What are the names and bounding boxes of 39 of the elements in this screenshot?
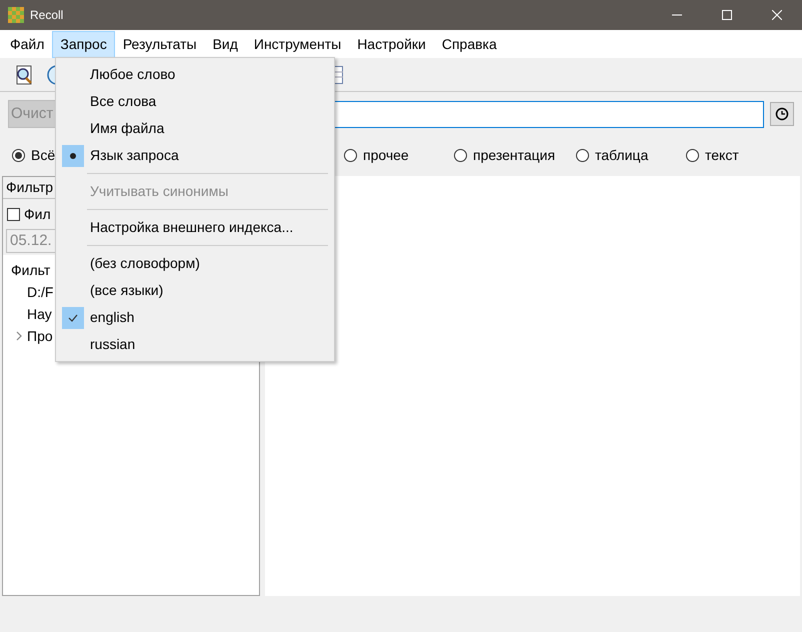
menu-item[interactable]: Файл (2, 30, 52, 58)
checkbox-label: Фил (24, 204, 51, 224)
menu-item[interactable]: Инструменты (246, 30, 350, 58)
radio-button[interactable] (344, 148, 357, 162)
tree-item[interactable]: Фильт (11, 260, 50, 280)
menu-item[interactable]: Все слова (90, 91, 156, 112)
radio-label: Всё (31, 146, 56, 164)
menu-item[interactable]: Справка (434, 30, 505, 58)
tree-item[interactable]: Про (27, 326, 53, 346)
menu-item[interactable]: Любое слово (90, 64, 176, 85)
menu-item[interactable]: Результаты (114, 30, 205, 58)
radio-button[interactable] (686, 148, 699, 162)
tree-item[interactable]: D:/F (27, 282, 54, 302)
radio-label: таблица (595, 146, 648, 165)
menu-item[interactable]: Имя файла (90, 118, 164, 139)
radio-button[interactable] (576, 148, 589, 162)
menu-item[interactable]: (все языки) (90, 280, 164, 301)
radio-label: прочее (363, 146, 409, 165)
radio-button[interactable] (12, 148, 25, 162)
close-icon[interactable] (772, 10, 782, 20)
menu-item[interactable]: russian (90, 334, 136, 355)
tree-item[interactable]: Нау (27, 304, 52, 324)
window-title: Recoll (30, 7, 64, 24)
app-icon (8, 7, 24, 23)
history-button[interactable] (770, 102, 794, 126)
menu-item[interactable]: Настройка внешнего индекса... (90, 217, 294, 238)
menu-item[interactable]: (без словоформ) (90, 253, 200, 274)
panel-header: Фильтр (6, 178, 54, 197)
maximize-icon[interactable] (722, 10, 732, 20)
radio-button[interactable] (454, 148, 467, 162)
clock-icon (775, 107, 789, 121)
menu-item[interactable]: english (90, 307, 134, 328)
menu-item[interactable]: Запрос (52, 30, 115, 58)
radio-label: текст (705, 146, 739, 164)
menu-item[interactable]: Язык запроса (90, 145, 179, 166)
checkbox[interactable] (7, 208, 20, 220)
menu-item[interactable]: Вид (204, 30, 246, 58)
menu-item[interactable]: Настройки (349, 30, 434, 58)
radio-label: презентация (473, 146, 556, 165)
